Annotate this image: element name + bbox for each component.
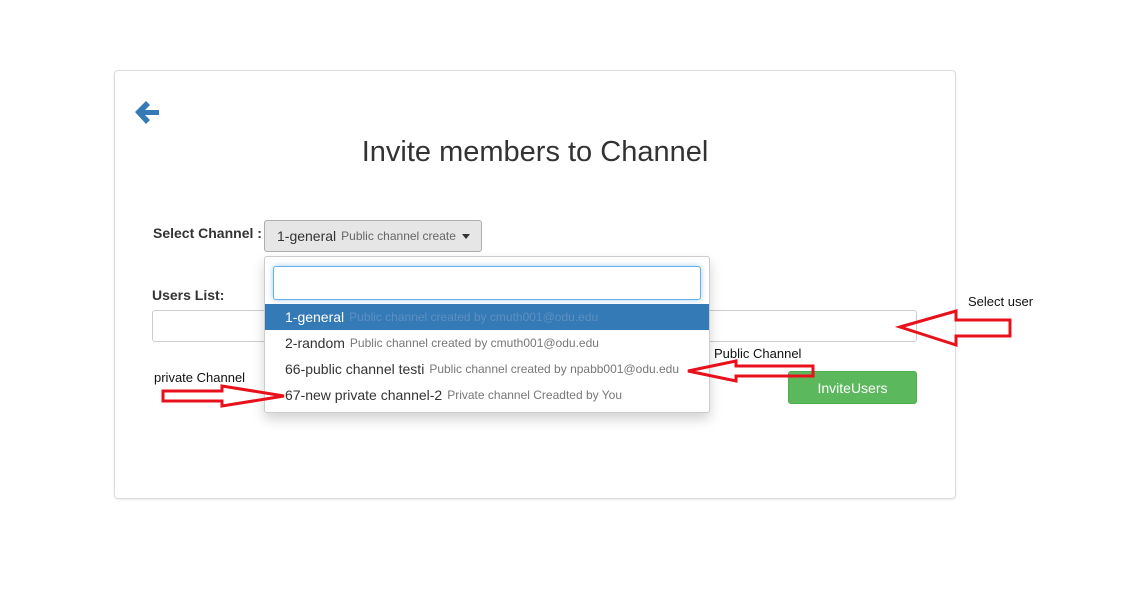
annotation-arrow-select-user (894, 309, 1012, 348)
annotation-arrows (161, 309, 1012, 408)
annotation-arrow-private-channel (161, 384, 285, 408)
annotation-arrow-public-channel (687, 359, 815, 383)
